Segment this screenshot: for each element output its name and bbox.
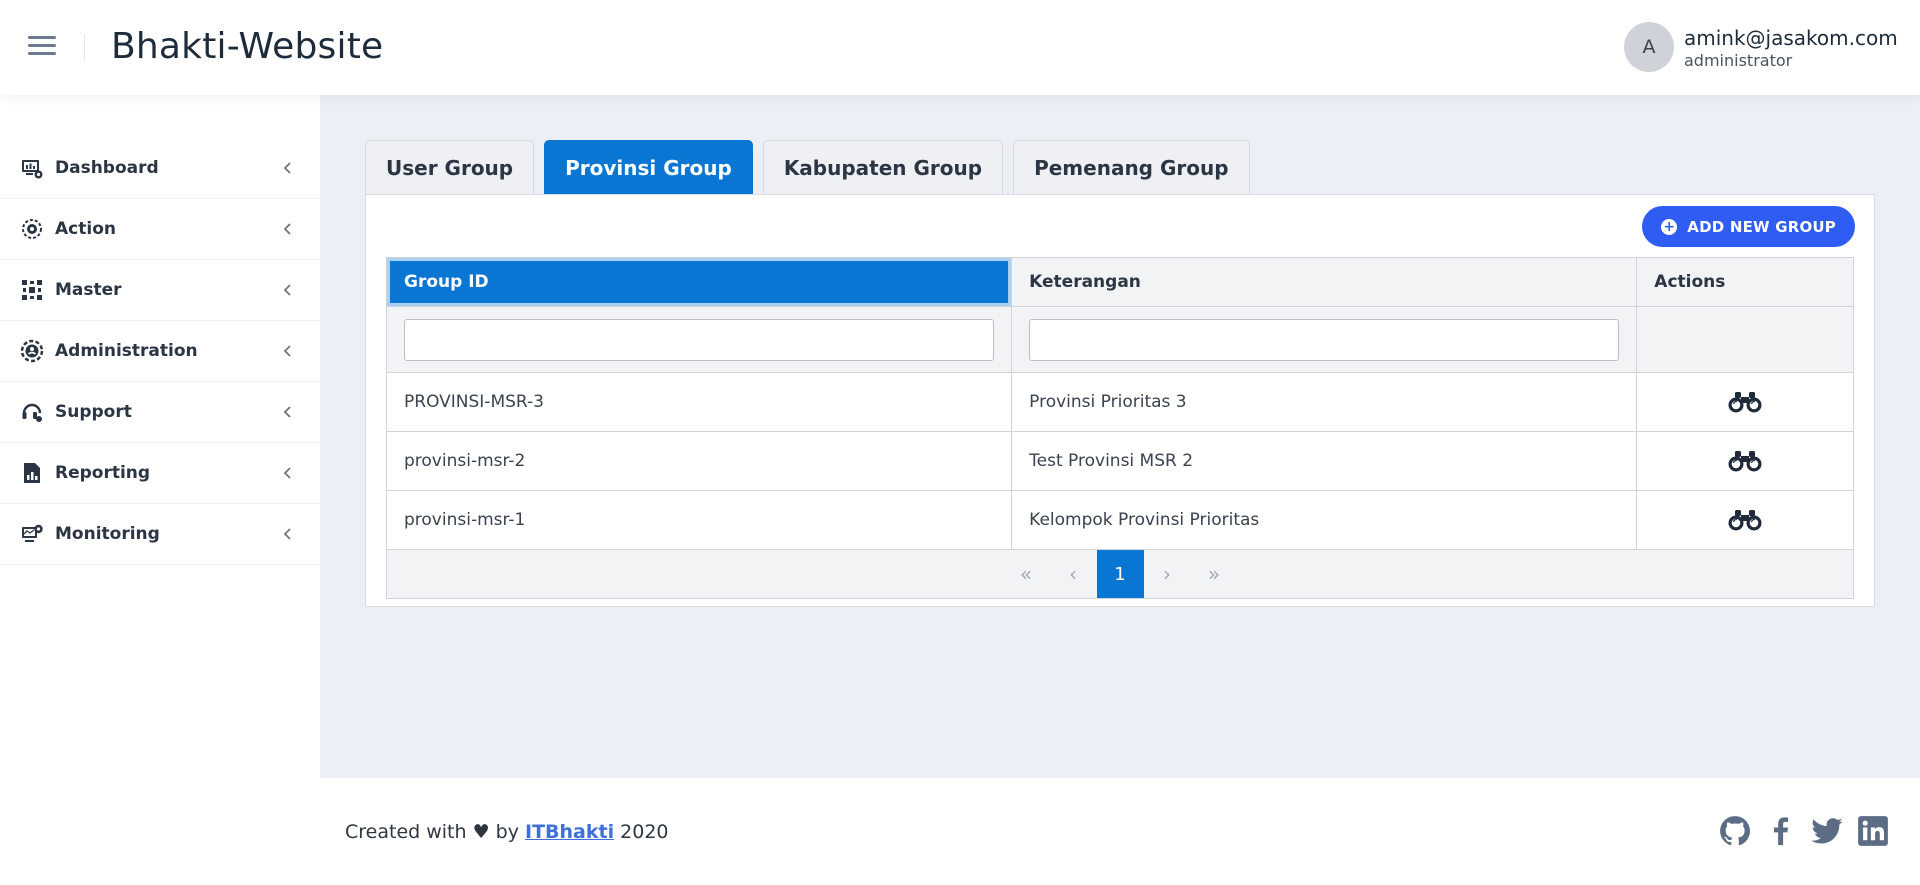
table-filter-row: [387, 307, 1853, 373]
chevron-left-icon: [283, 406, 291, 418]
chevron-left-icon: [283, 528, 291, 540]
chevron-left-icon: [283, 223, 291, 235]
tab-user-group[interactable]: User Group: [365, 140, 535, 195]
tab-kabupaten-group[interactable]: Kabupaten Group: [762, 140, 1004, 195]
sidebar: Dashboard Action Master Administration S…: [0, 95, 320, 885]
dashboard-icon: [22, 160, 43, 179]
reporting-icon: [24, 463, 40, 483]
twitter-icon[interactable]: [1810, 814, 1844, 848]
administration-icon: [20, 339, 44, 363]
facebook-icon[interactable]: [1764, 814, 1798, 848]
sidebar-item-action[interactable]: Action: [0, 199, 320, 260]
group-id-cell: PROVINSI-MSR-3: [387, 373, 1013, 431]
chevron-left-icon: [283, 162, 291, 174]
sidebar-item-label: Dashboard: [55, 158, 159, 178]
group-tabs: User Group Provinsi Group Kabupaten Grou…: [365, 140, 1260, 195]
keterangan-cell: Provinsi Prioritas 3: [1012, 373, 1638, 431]
action-icon: [22, 219, 42, 239]
column-header-keterangan[interactable]: Keterangan: [1012, 258, 1638, 306]
pagination: « ‹ 1 › »: [387, 550, 1853, 598]
page-1-button[interactable]: 1: [1096, 550, 1144, 598]
sidebar-item-label: Administration: [55, 341, 198, 361]
chevron-left-icon: [283, 467, 291, 479]
add-new-group-label: ADD NEW GROUP: [1687, 217, 1836, 236]
sidebar-item-label: Support: [55, 402, 132, 422]
monitoring-icon: [22, 524, 43, 542]
prev-page-button[interactable]: ‹: [1050, 550, 1097, 598]
sidebar-item-reporting[interactable]: Reporting: [0, 443, 320, 504]
sidebar-item-master[interactable]: Master: [0, 260, 320, 321]
chevron-left-icon: [283, 284, 291, 296]
footer-link-itbhakti[interactable]: ITBhakti: [525, 821, 614, 843]
menu-toggle-icon[interactable]: [28, 36, 56, 58]
linkedin-icon[interactable]: [1856, 814, 1890, 848]
tab-pemenang-group[interactable]: Pemenang Group: [1013, 140, 1250, 195]
github-icon[interactable]: [1718, 814, 1752, 848]
sidebar-item-label: Master: [55, 280, 122, 300]
main-content: User Group Provinsi Group Kabupaten Grou…: [320, 95, 1920, 778]
filter-group-id-input[interactable]: [404, 318, 994, 361]
plus-circle-icon: +: [1661, 218, 1678, 235]
first-page-button[interactable]: «: [1003, 550, 1050, 598]
keterangan-cell: Kelompok Provinsi Prioritas: [1012, 491, 1638, 549]
sidebar-item-administration[interactable]: Administration: [0, 321, 320, 382]
sidebar-item-label: Action: [55, 219, 116, 239]
chevron-left-icon: [283, 345, 291, 357]
sidebar-item-monitoring[interactable]: Monitoring: [0, 504, 320, 565]
binoculars-icon[interactable]: [1727, 509, 1763, 531]
sidebar-item-dashboard[interactable]: Dashboard: [0, 138, 320, 199]
tab-provinsi-group[interactable]: Provinsi Group: [544, 140, 753, 195]
table-row[interactable]: PROVINSI-MSR-3 Provinsi Prioritas 3: [387, 373, 1853, 432]
column-header-actions: Actions: [1637, 258, 1853, 306]
group-id-cell: provinsi-msr-2: [387, 432, 1013, 490]
next-page-button[interactable]: ›: [1144, 550, 1191, 598]
footer-prefix: Created with ♥ by: [345, 821, 519, 843]
footer-year: 2020: [620, 821, 669, 843]
app-title: Bhakti-Website: [111, 26, 384, 67]
table-header-row: Group ID Keterangan Actions: [387, 258, 1853, 307]
user-avatar[interactable]: A: [1624, 22, 1674, 72]
tab-panel: + ADD NEW GROUP Group ID Keterangan Acti…: [365, 194, 1875, 607]
binoculars-icon[interactable]: [1727, 391, 1763, 413]
sidebar-item-label: Monitoring: [55, 524, 160, 544]
footer-credit: Created with ♥ by ITBhakti 2020: [345, 821, 669, 843]
footer: Created with ♥ by ITBhakti 2020: [320, 778, 1920, 885]
sidebar-item-support[interactable]: Support: [0, 382, 320, 443]
user-email[interactable]: amink@jasakom.com: [1684, 26, 1898, 50]
table-row[interactable]: provinsi-msr-2 Test Provinsi MSR 2: [387, 432, 1853, 491]
column-header-group-id[interactable]: Group ID: [387, 258, 1013, 306]
top-header: Bhakti-Website A amink@jasakom.com admin…: [0, 0, 1920, 95]
group-id-cell: provinsi-msr-1: [387, 491, 1013, 549]
social-links: [1718, 814, 1890, 848]
sidebar-item-label: Reporting: [55, 463, 151, 483]
user-role: administrator: [1684, 51, 1793, 70]
binoculars-icon[interactable]: [1727, 450, 1763, 472]
support-icon: [22, 403, 42, 422]
table-row[interactable]: provinsi-msr-1 Kelompok Provinsi Priorit…: [387, 491, 1853, 550]
groups-table: Group ID Keterangan Actions PROVINSI-MSR…: [386, 257, 1854, 599]
last-page-button[interactable]: »: [1191, 550, 1238, 598]
master-icon: [22, 280, 42, 300]
filter-keterangan-input[interactable]: [1029, 318, 1620, 361]
add-new-group-button[interactable]: + ADD NEW GROUP: [1642, 206, 1855, 247]
header-divider: [84, 34, 85, 60]
keterangan-cell: Test Provinsi MSR 2: [1012, 432, 1638, 490]
